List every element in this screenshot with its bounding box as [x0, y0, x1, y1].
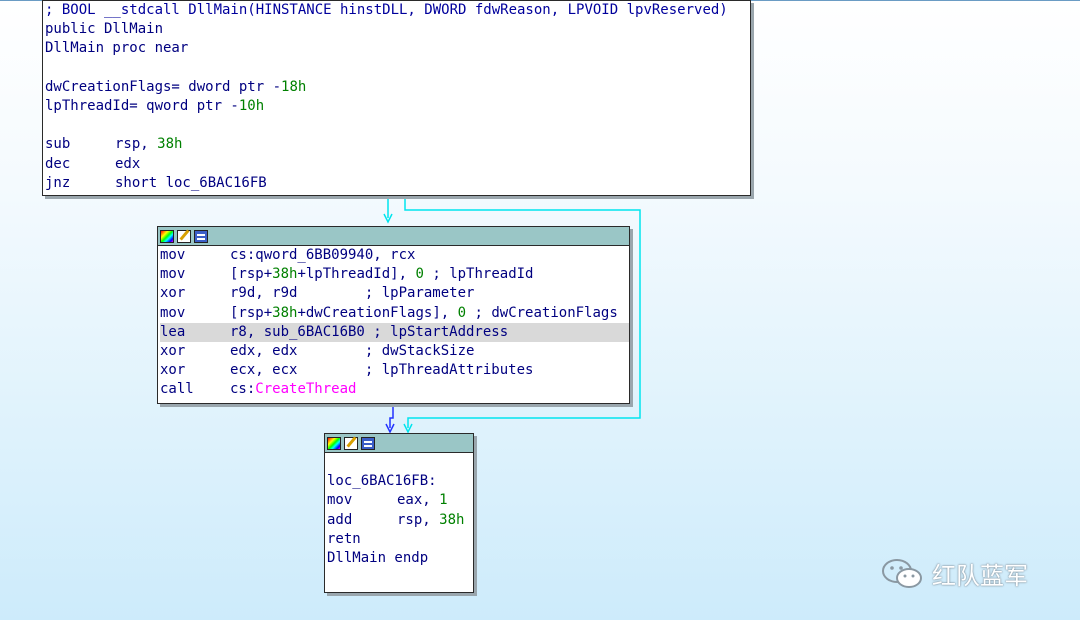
code-block-body: loc_6BAC16FB: mov eax, 1 add rsp, 38h retn Dll… — [325, 453, 473, 568]
code-line[interactable]: mov cs:qword_6BB09940, rcx — [160, 246, 629, 265]
watermark: 红队蓝军 — [880, 556, 1028, 591]
code-line[interactable] — [45, 59, 750, 78]
code-block-body: ; BOOL __stdcall DllMain(HINSTANCE hinst… — [43, 1, 750, 193]
code-line[interactable]: mov [rsp+38h+lpThreadId], 0 ; lpThreadId — [160, 265, 629, 284]
graph-icon[interactable] — [194, 229, 208, 243]
code-line[interactable]: xor r9d, r9d ; lpParameter — [160, 284, 629, 303]
code-line[interactable]: lea r8, sub_6BAC16B0 ; lpStartAddress — [160, 322, 629, 342]
code-line[interactable]: mov eax, 1 — [327, 491, 473, 510]
code-line[interactable]: retn — [327, 530, 473, 549]
edit-icon[interactable] — [177, 229, 191, 243]
code-line[interactable]: xor edx, edx ; dwStackSize — [160, 342, 629, 361]
code-line[interactable]: jnz short loc_6BAC16FB — [45, 174, 750, 193]
block-header — [158, 227, 629, 246]
code-line[interactable] — [45, 116, 750, 135]
color-icon[interactable] — [160, 229, 174, 243]
edit-icon[interactable] — [344, 436, 358, 450]
code-line[interactable]: loc_6BAC16FB: — [327, 472, 473, 491]
code-line[interactable]: xor ecx, ecx ; lpThreadAttributes — [160, 361, 629, 380]
code-block-body: mov cs:qword_6BB09940, rcx mov [rsp+38h+lpT… — [158, 246, 629, 400]
code-line[interactable]: dec edx — [45, 155, 750, 174]
code-line[interactable]: DllMain endp — [327, 549, 473, 568]
code-line[interactable]: ; BOOL __stdcall DllMain(HINSTANCE hinst… — [45, 1, 750, 20]
graph-icon[interactable] — [361, 436, 375, 450]
code-line[interactable]: lpThreadId= qword ptr -10h — [45, 97, 750, 116]
code-line[interactable]: DllMain proc near — [45, 39, 750, 58]
code-line[interactable]: call cs:CreateThread — [160, 380, 629, 399]
code-line[interactable]: mov [rsp+38h+dwCreationFlags], 0 ; dwCrea… — [160, 304, 629, 323]
edge-b2-b3 — [389, 405, 394, 428]
code-block-dllmain-entry[interactable]: ; BOOL __stdcall DllMain(HINSTANCE hinst… — [42, 0, 751, 196]
watermark-text: 红队蓝军 — [932, 562, 1028, 590]
code-line[interactable]: dwCreationFlags= dword ptr -18h — [45, 78, 750, 97]
code-line[interactable]: public DllMain — [45, 20, 750, 39]
code-line[interactable]: add rsp, 38h — [327, 511, 473, 530]
code-line[interactable]: sub rsp, 38h — [45, 135, 750, 154]
wechat-icon — [882, 558, 922, 588]
block-header — [325, 434, 473, 453]
code-block-loc-6bac16fb[interactable]: loc_6BAC16FB: mov eax, 1 add rsp, 38h retn Dll… — [324, 433, 474, 593]
code-block-create-thread[interactable]: mov cs:qword_6BB09940, rcx mov [rsp+38h+lpT… — [157, 226, 630, 404]
code-line[interactable] — [327, 453, 473, 472]
color-icon[interactable] — [327, 436, 341, 450]
